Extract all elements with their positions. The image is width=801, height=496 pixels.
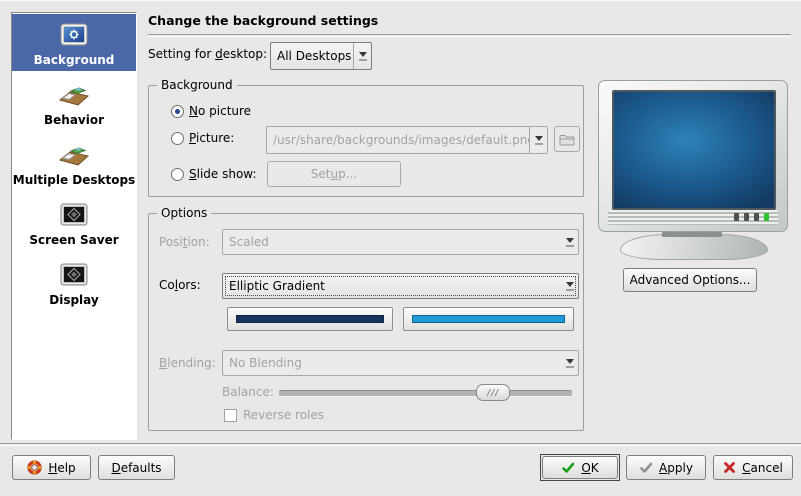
slider-grip-icon — [486, 388, 500, 397]
apply-button-label: Apply — [659, 461, 693, 475]
background-preview-monitor — [598, 80, 788, 258]
no-picture-label: No picture — [189, 104, 251, 118]
chevron-down-icon — [561, 230, 578, 254]
reverse-roles-checkbox[interactable] — [224, 409, 237, 422]
color2-button[interactable] — [403, 307, 574, 331]
colors-combo-value: Elliptic Gradient — [223, 279, 561, 293]
setup-button: Setup... — [267, 161, 401, 187]
monitor-body — [598, 80, 788, 232]
balance-slider-groove[interactable] — [279, 390, 572, 397]
color1-swatch — [236, 315, 384, 323]
ok-button-label: OK — [581, 461, 598, 475]
desktop-combo[interactable]: All Desktops — [270, 42, 372, 70]
page-title: Change the background settings — [148, 13, 378, 28]
defaults-button[interactable]: Defaults — [98, 455, 175, 480]
sidebar-item-label: Screen Saver — [29, 233, 118, 247]
advanced-options-button[interactable]: Advanced Options... — [623, 268, 757, 292]
ok-button[interactable]: OK — [542, 456, 618, 479]
multiple-desktops-icon — [58, 139, 90, 171]
blending-combo: No Blending — [222, 350, 579, 376]
defaults-button-label: Defaults — [111, 461, 161, 475]
background-settings-dialog: Background Behavior Multiple Desktops — [0, 0, 801, 496]
title-separator — [148, 34, 791, 36]
sidebar-item-display[interactable]: Display — [12, 254, 136, 311]
balance-label: Balance: — [222, 385, 274, 399]
position-combo-value: Scaled — [223, 235, 561, 249]
advanced-options-label: Advanced Options... — [630, 273, 751, 287]
footer-separator — [0, 443, 801, 445]
reverse-roles-label: Reverse roles — [243, 408, 324, 422]
options-group-legend: Options — [157, 206, 211, 220]
chevron-down-icon — [353, 43, 371, 69]
sidebar-item-background[interactable]: Background — [12, 14, 136, 71]
monitor-leds — [734, 213, 769, 221]
slide-show-label: Slide show: — [189, 167, 257, 181]
sidebar-item-multiple-desktops[interactable]: Multiple Desktops — [12, 134, 136, 191]
no-picture-radio[interactable] — [171, 105, 184, 118]
picture-path-value: /usr/share/backgrounds/images/default.pn… — [267, 133, 529, 147]
cancel-button-label: Cancel — [742, 461, 783, 475]
help-button-label: Help — [48, 461, 75, 475]
ok-button-default-frame: OK — [540, 454, 620, 481]
sidebar-item-label: Background — [34, 53, 115, 67]
color1-button[interactable] — [227, 307, 393, 331]
sidebar-item-label: Multiple Desktops — [13, 173, 135, 187]
screen-saver-icon — [58, 199, 90, 231]
background-group-legend: Background — [157, 78, 237, 92]
desktop-combo-value: All Desktops — [271, 49, 353, 63]
options-group: Options Position: Scaled Colors: Ellipti… — [148, 213, 584, 431]
apply-icon — [639, 461, 653, 475]
background-icon — [58, 19, 90, 51]
picture-radio[interactable] — [171, 132, 184, 145]
desktop-setting-label: Setting for desktop: — [148, 47, 267, 61]
sidebar-item-screen-saver[interactable]: Screen Saver — [12, 194, 136, 251]
monitor-screen-preview — [612, 90, 776, 210]
sidebar-item-behavior[interactable]: Behavior — [12, 74, 136, 131]
colors-label: Colors: — [159, 278, 201, 292]
browse-picture-button — [554, 126, 580, 152]
position-label: Position: — [159, 235, 210, 249]
color2-swatch — [412, 315, 565, 323]
background-group: Background No picture Picture: /usr/shar… — [148, 85, 584, 197]
slide-show-radio[interactable] — [171, 168, 184, 181]
cancel-icon — [723, 461, 736, 474]
cancel-button[interactable]: Cancel — [713, 455, 793, 480]
position-combo: Scaled — [222, 229, 579, 255]
ok-icon — [561, 461, 575, 475]
display-icon — [58, 259, 90, 291]
colors-combo[interactable]: Elliptic Gradient — [222, 273, 579, 299]
picture-path-combo: /usr/share/backgrounds/images/default.pn… — [266, 126, 548, 154]
sidebar-item-label: Display — [49, 293, 98, 307]
blending-label: Blending: — [159, 356, 216, 370]
chevron-down-icon — [561, 274, 578, 298]
picture-label: Picture: — [189, 131, 234, 145]
behavior-icon — [58, 79, 90, 111]
help-button[interactable]: Help — [12, 455, 91, 480]
balance-slider — [279, 384, 572, 400]
setup-button-label: Setup... — [311, 167, 357, 181]
chevron-down-icon — [529, 127, 547, 153]
balance-slider-handle[interactable] — [476, 384, 510, 401]
sidebar-item-label: Behavior — [44, 113, 104, 127]
folder-icon — [559, 133, 575, 146]
monitor-base — [620, 234, 768, 260]
blending-combo-value: No Blending — [223, 356, 561, 370]
chevron-down-icon — [561, 351, 578, 375]
help-icon — [27, 460, 42, 475]
module-list: Background Behavior Multiple Desktops — [11, 12, 137, 440]
apply-button[interactable]: Apply — [626, 455, 706, 480]
